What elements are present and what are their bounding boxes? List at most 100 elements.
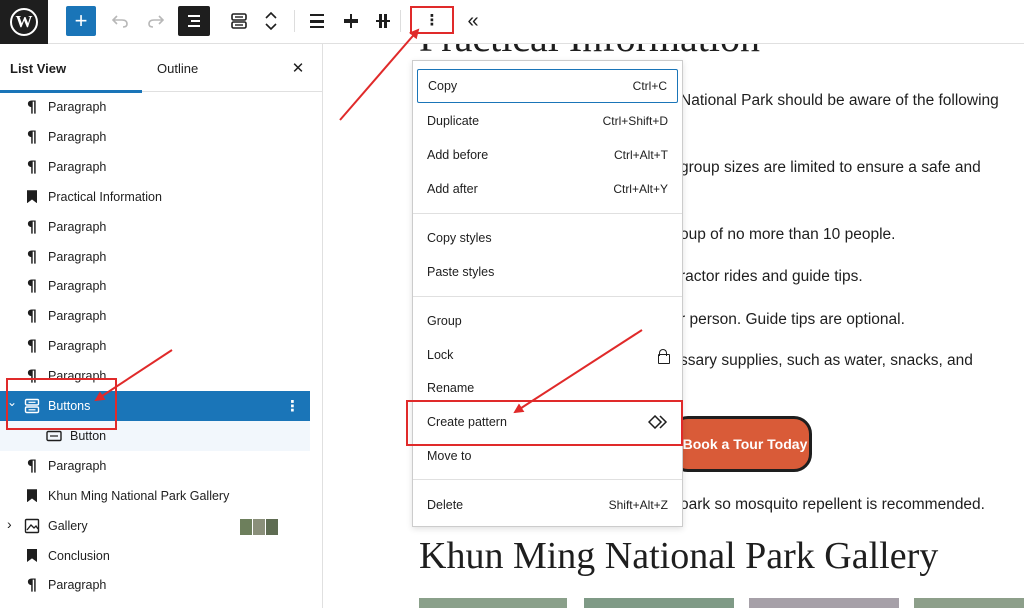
close-icon: ✕ [291, 60, 305, 77]
gallery-image[interactable] [419, 598, 567, 608]
list-view-item-paragraph[interactable]: ¶ Paragraph [0, 331, 310, 361]
gallery-thumbnail [253, 518, 265, 535]
list-view-item-conclusion[interactable]: Conclusion [0, 541, 310, 571]
list-view-item-label: Paragraph [48, 309, 107, 324]
list-view-item-label: Gallery [48, 518, 88, 533]
document-overview-button[interactable] [178, 6, 210, 36]
menu-divider [413, 213, 682, 214]
menu-item-label: Rename [427, 381, 475, 395]
menu-item-shortcut: Ctrl+Shift+D [602, 114, 668, 128]
list-view-item-label: Paragraph [48, 100, 107, 114]
menu-item-label: Copy [428, 79, 458, 93]
menu-item-shortcut: Ctrl+Alt+T [613, 148, 668, 162]
menu-divider [413, 479, 682, 480]
undo-icon [112, 15, 128, 28]
list-view-item-khun-ming-national-park-gallery[interactable]: Khun Ming National Park Gallery [0, 481, 310, 511]
list-view-item-paragraph[interactable]: ¶ Paragraph [0, 271, 310, 301]
annotation-highlight-create-pattern [406, 400, 683, 446]
canvas-paragraph-line[interactable]: oup of no more than 10 people. [680, 226, 895, 244]
close-sidebar-button[interactable]: ✕ [288, 58, 308, 78]
block-inserter-button[interactable]: + [66, 6, 96, 36]
gallery-image[interactable] [584, 598, 734, 608]
paragraph-icon: ¶ [26, 336, 38, 356]
menu-item-paste-styles[interactable]: Paste styles [417, 255, 678, 289]
paragraph-icon: ¶ [26, 306, 38, 326]
redo-button[interactable] [144, 6, 168, 36]
canvas-paragraph-line[interactable]: r person. Guide tips are optional. [680, 311, 905, 329]
paragraph-icon: ¶ [26, 216, 38, 236]
list-view-item-paragraph[interactable]: ¶ Paragraph [0, 212, 310, 242]
chevron-right-icon[interactable]: › [7, 516, 12, 532]
menu-item-label: Group [427, 314, 462, 328]
undo-button[interactable] [108, 6, 132, 36]
canvas-paragraph-line[interactable]: oark so mosquito repellent is recommende… [680, 496, 985, 514]
canvas-paragraph-line[interactable]: ssary supplies, such as water, snacks, a… [680, 352, 973, 370]
vertical-alignment-button[interactable] [372, 6, 394, 36]
menu-item-group[interactable]: Group [417, 304, 678, 338]
list-view-item-paragraph[interactable]: ¶ Paragraph [0, 122, 310, 152]
menu-item-shortcut: Shift+Alt+Z [608, 498, 668, 512]
gallery-icon [24, 518, 40, 534]
list-view-item-paragraph[interactable]: ¶ Paragraph [0, 242, 310, 272]
paragraph-icon: ¶ [26, 246, 38, 266]
paragraph-icon: ¶ [26, 455, 38, 475]
list-view-item-paragraph[interactable]: ¶ Paragraph [0, 451, 310, 481]
menu-item-label: Copy styles [427, 231, 492, 245]
menu-item-copy-styles[interactable]: Copy styles [417, 221, 678, 255]
gallery-image[interactable] [749, 598, 899, 608]
justification-button[interactable] [340, 6, 362, 36]
wordpress-logo-icon: W [10, 8, 38, 36]
justify-center-icon [344, 14, 358, 28]
block-row-options-icon[interactable]: ⋮ [285, 397, 300, 415]
menu-item-add-after[interactable]: Add after Ctrl+Alt+Y [417, 172, 678, 206]
menu-divider [413, 296, 682, 297]
list-view-item-label: Conclusion [48, 548, 110, 563]
menu-item-label: Duplicate [427, 114, 480, 128]
list-view-item-label: Paragraph [48, 279, 107, 294]
double-chevron-left-icon: « [467, 9, 479, 32]
heading-bookmark-icon [24, 548, 40, 564]
heading-practical-information[interactable]: Practical Information [419, 44, 760, 61]
collapse-toolbar-button[interactable]: « [462, 6, 484, 36]
menu-item-shortcut: Ctrl+Alt+Y [613, 182, 668, 196]
change-items-alignment-button[interactable] [306, 6, 328, 36]
canvas-paragraph-line[interactable]: group sizes are limited to ensure a safe… [680, 159, 981, 177]
list-view-item-practical-information[interactable]: Practical Information [0, 182, 310, 212]
list-view-item-gallery[interactable]: › Gallery [0, 511, 310, 541]
block-type-button[interactable] [226, 6, 252, 36]
block-options-button[interactable]: ⋮ [410, 6, 454, 34]
menu-item-label: Paste styles [427, 265, 495, 279]
menu-item-label: Delete [427, 498, 464, 512]
list-view-item-paragraph[interactable]: ¶ Paragraph [0, 301, 310, 331]
redo-icon [148, 15, 164, 28]
button-icon [46, 428, 62, 444]
list-view-icon [188, 15, 200, 27]
lock-icon [658, 348, 670, 364]
tab-list-view[interactable]: List View [0, 44, 142, 93]
canvas-paragraph-line[interactable]: National Park should be aware of the fol… [680, 92, 999, 110]
paragraph-icon: ¶ [26, 156, 38, 176]
paragraph-icon: ¶ [26, 97, 38, 116]
gallery-image[interactable] [914, 598, 1024, 608]
chevron-up-icon[interactable] [265, 11, 277, 19]
menu-item-copy[interactable]: Copy Ctrl+C [417, 69, 678, 103]
tab-outline[interactable]: Outline [157, 44, 237, 92]
menu-item-add-before[interactable]: Add before Ctrl+Alt+T [417, 138, 678, 172]
menu-item-delete[interactable]: Delete Shift+Alt+Z [417, 488, 678, 522]
canvas-paragraph-line[interactable]: ractor rides and guide tips. [680, 268, 863, 286]
list-view-item-paragraph[interactable]: ¶ Paragraph [0, 570, 310, 600]
toolbar-divider [400, 10, 401, 32]
menu-item-lock[interactable]: Lock [417, 338, 678, 372]
heading-gallery[interactable]: Khun Ming National Park Gallery [419, 534, 938, 578]
menu-item-duplicate[interactable]: Duplicate Ctrl+Shift+D [417, 104, 678, 138]
heading-bookmark-icon [24, 189, 40, 205]
menu-item-shortcut: Ctrl+C [632, 79, 667, 93]
list-view-item-paragraph[interactable]: ¶ Paragraph [0, 152, 310, 182]
chevron-down-icon[interactable] [265, 23, 277, 31]
move-up-down-buttons[interactable] [262, 6, 280, 36]
list-view-item-label: Khun Ming National Park Gallery [48, 488, 230, 503]
wordpress-logo-button[interactable]: W [0, 0, 48, 44]
list-view-item-paragraph[interactable]: ¶ Paragraph [0, 92, 310, 122]
list-view-item-label: Paragraph [48, 249, 107, 264]
book-a-tour-button[interactable]: Book a Tour Today [670, 416, 812, 472]
